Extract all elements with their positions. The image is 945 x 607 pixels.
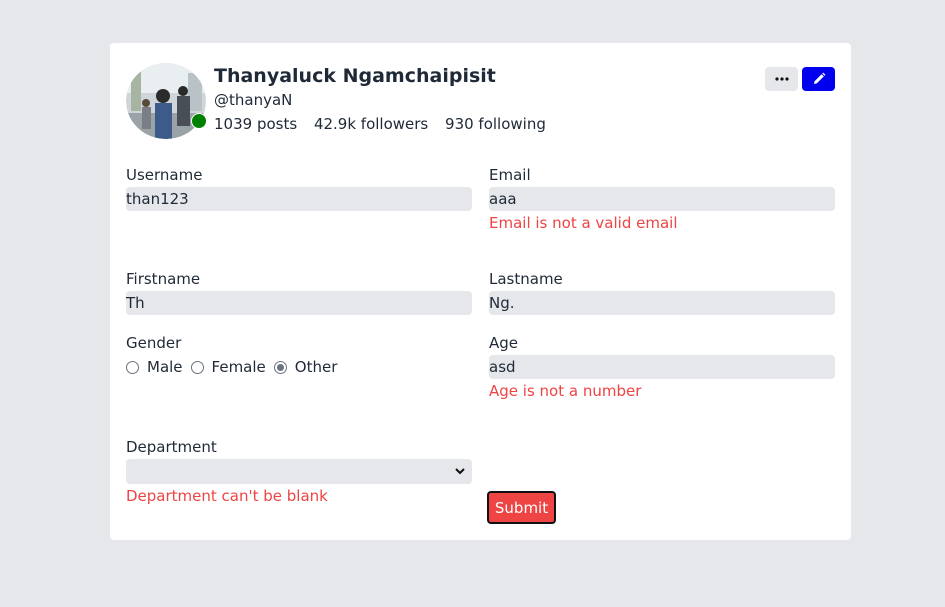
department-select[interactable] [126, 459, 472, 484]
firstname-input[interactable] [126, 291, 472, 315]
submit-button[interactable]: Submit [487, 491, 556, 524]
posts-count[interactable]: 1039 posts [214, 115, 297, 133]
edit-profile-button[interactable] [802, 67, 835, 91]
username-label: Username [126, 166, 203, 184]
followers-count[interactable]: 42.9k followers [314, 115, 428, 133]
gender-label: Gender [126, 334, 182, 352]
age-input[interactable] [489, 355, 835, 379]
firstname-label: Firstname [126, 270, 201, 288]
gender-option-other[interactable]: Other [295, 358, 338, 376]
department-error: Department can't be blank [126, 487, 328, 505]
profile-name: Thanyaluck Ngamchaipisit [214, 65, 496, 87]
gender-option-male[interactable]: Male [147, 358, 183, 376]
pencil-icon [813, 72, 825, 84]
email-input[interactable] [489, 187, 835, 211]
gender-radio-other[interactable] [273, 360, 287, 374]
lastname-input[interactable] [489, 291, 835, 315]
gender-option-female[interactable]: Female [212, 358, 266, 376]
age-error: Age is not a number [489, 382, 642, 400]
gender-radio-group: Male Female Other [126, 356, 345, 378]
username-input[interactable] [126, 187, 472, 211]
more-icon [774, 77, 789, 81]
profile-card: Thanyaluck Ngamchaipisit @thanyaN 1039 p… [110, 43, 851, 540]
following-count[interactable]: 930 following [445, 115, 546, 133]
more-options-button[interactable] [765, 67, 798, 91]
lastname-label: Lastname [489, 270, 563, 288]
avatar[interactable] [126, 63, 207, 139]
online-status-dot [191, 113, 207, 129]
department-label: Department [126, 438, 217, 456]
email-label: Email [489, 166, 531, 184]
gender-radio-male[interactable] [126, 360, 139, 374]
gender-radio-female[interactable] [190, 360, 204, 374]
profile-stats: 1039 posts 42.9k followers 930 following [214, 114, 558, 134]
age-label: Age [489, 334, 519, 352]
profile-handle: @thanyaN [214, 91, 293, 109]
email-error: Email is not a valid email [489, 214, 678, 232]
chevron-down-icon [455, 468, 465, 475]
